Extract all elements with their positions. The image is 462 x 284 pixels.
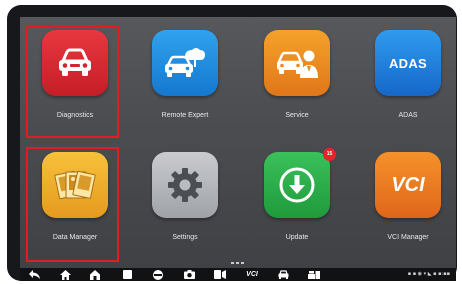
app-service[interactable]: Service — [242, 17, 352, 139]
app-update[interactable]: 15 Update — [242, 139, 352, 261]
settings-icon — [152, 152, 218, 218]
adas-icon: ADAS — [375, 30, 441, 96]
app-remote-expert[interactable]: Remote Expert — [130, 17, 240, 139]
app-settings[interactable]: Settings — [130, 139, 240, 261]
service-icon — [264, 30, 330, 96]
app-vci-manager[interactable]: VCI VCI Manager — [353, 139, 456, 261]
app-label-remote-expert: Remote Expert — [161, 112, 209, 119]
back-icon[interactable] — [26, 268, 42, 281]
vci-icon[interactable]: VCI — [242, 268, 262, 281]
app-adas[interactable]: ADAS ADAS — [353, 17, 456, 139]
screen-record-icon[interactable] — [212, 268, 228, 281]
camera-icon[interactable] — [181, 268, 197, 281]
remote-expert-icon — [152, 30, 218, 96]
update-icon — [264, 152, 330, 218]
browser-icon[interactable] — [150, 268, 166, 281]
update-count-badge: 15 — [323, 148, 336, 161]
shop-icon[interactable] — [306, 268, 322, 281]
app-label-adas: ADAS — [398, 112, 418, 119]
navigation-bar: VCI ▪ ▪ ◉ ▾ ◣ ▪ ▪:▪▪ — [20, 268, 456, 281]
app-label-service: Service — [285, 112, 309, 119]
tablet-frame: Diagnostics Remote Expert Service ADAS A… — [7, 5, 457, 281]
download-icon — [279, 167, 315, 203]
app-label-settings: Settings — [172, 234, 198, 241]
adas-icon-text: ADAS — [388, 55, 428, 71]
gear-icon — [168, 168, 202, 202]
vci-icon-text: VCI — [391, 173, 425, 196]
vci-nav-label: VCI — [246, 271, 258, 278]
highlight-box-data-manager — [26, 147, 119, 262]
home-screen: Diagnostics Remote Expert Service ADAS A… — [20, 17, 456, 268]
highlight-box-diagnostics — [26, 26, 119, 138]
status-bar-indicators: ▪ ▪ ◉ ▾ ◣ ▪ ▪:▪▪ — [407, 271, 450, 277]
car-icon[interactable] — [275, 268, 291, 281]
recent-apps-icon[interactable] — [119, 268, 135, 281]
app-label-update: Update — [285, 234, 309, 241]
page-indicator — [231, 262, 244, 264]
launcher-home-icon[interactable] — [87, 268, 103, 281]
app-label-vci-manager: VCI Manager — [387, 234, 429, 241]
vci-manager-icon: VCI — [375, 152, 441, 218]
home-icon[interactable] — [57, 268, 73, 281]
